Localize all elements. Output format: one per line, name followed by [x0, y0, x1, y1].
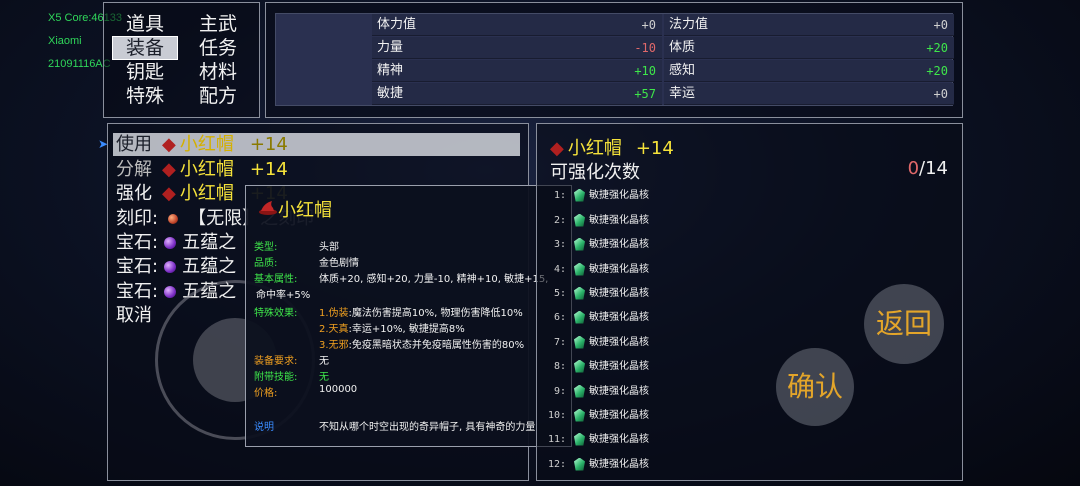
gem-icon [164, 286, 177, 298]
tooltip-effect-3: 3.无邪:免疫黑暗状态并免疫暗属性伤害的80% [319, 340, 525, 351]
enhance-slot: 9: 敏捷强化晶核 [553, 384, 649, 398]
enhance-slot: 1: 敏捷强化晶核 [553, 188, 649, 202]
debug-model: 21091116AC [48, 58, 111, 70]
cursor-arrow-icon: ➤ [98, 137, 109, 151]
enhance-count-label: 可强化次数 [550, 162, 640, 183]
tooltip-quality-value: 金色剧情 [319, 258, 359, 269]
tooltip-price-value: 100000 [319, 384, 358, 395]
stat-grid: 体力值 +0 法力值 +0 力量 -10 体质 +20 精神 +10 感知 +20 敏捷 +5… [275, 13, 954, 106]
menu-item-keys[interactable]: 钥匙 [113, 61, 177, 83]
item-tooltip: 小红帽 类型: 头部 品质: 金色剧情 基本属性: 体质+20, 感知+20, … [245, 185, 572, 447]
debug-brand: Xiaomi [48, 35, 82, 47]
crystal-icon [574, 457, 585, 471]
tooltip-effect-1: 1.伪装:魔法伤害提高10%, 物理伤害降低10% [319, 308, 523, 319]
tooltip-price-key: 价格: [254, 388, 278, 399]
crystal-icon [574, 237, 585, 251]
tooltip-base-value: 体质+20, 感知+20, 力量-10, 精神+10, 敏捷+15, [319, 274, 549, 285]
stat-hp: 体力值 +0 [372, 14, 662, 36]
gem-icon [164, 261, 177, 273]
enhance-slot: 4: 敏捷强化晶核 [553, 262, 649, 276]
tooltip-type-key: 类型: [254, 242, 278, 253]
crystal-icon [574, 359, 585, 373]
action-cancel[interactable]: 取消 [116, 304, 152, 328]
confirm-button[interactable]: 确认 [776, 348, 854, 426]
crystal-icon [574, 384, 585, 398]
stat-perception: 感知 +20 [664, 60, 954, 82]
tooltip-base-value-2: 命中率+5% [256, 290, 311, 301]
tooltip-desc-key: 说明 [254, 422, 274, 433]
action-decompose[interactable]: 分解 ◆ 小红帽 +14 [116, 158, 288, 182]
menu-item-recipes[interactable]: 配方 [186, 85, 250, 107]
crystal-icon [574, 335, 585, 349]
engrave-orb-icon [168, 214, 179, 224]
enhance-slot: 5: 敏捷强化晶核 [553, 286, 649, 300]
stat-strength: 力量 -10 [372, 37, 662, 59]
stat-mp: 法力值 +0 [664, 14, 954, 36]
menu-item-special[interactable]: 特殊 [113, 85, 177, 107]
crystal-icon [574, 213, 585, 227]
tooltip-skill-value: 无 [319, 372, 329, 383]
gem-icon [164, 237, 177, 249]
enhance-slot: 2: 敏捷强化晶核 [553, 213, 649, 227]
back-button[interactable]: 返回 [864, 284, 944, 364]
stat-luck: 幸运 +0 [664, 83, 954, 105]
crystal-icon [574, 286, 585, 300]
enhance-slot: 10: 敏捷强化晶核 [548, 408, 649, 422]
red-hat-icon [259, 201, 277, 215]
crystal-icon [574, 310, 585, 324]
tooltip-desc-value: 不知从哪个时空出现的奇异帽子, 具有神奇的力量 [319, 422, 536, 433]
menu-item-main-weapon[interactable]: 主武 [186, 13, 250, 35]
menu-item-quests[interactable]: 任务 [186, 37, 250, 59]
enhance-item-title: ◆ 小红帽 +14 [550, 138, 674, 159]
tooltip-req-value: 无 [319, 356, 329, 367]
action-use[interactable]: 使用 ◆ 小红帽 +14 [116, 133, 288, 157]
stat-agility: 敏捷 +57 [372, 83, 662, 105]
tooltip-base-key: 基本属性: [254, 274, 298, 285]
action-gem-1[interactable]: 宝石: 五蕴之 [116, 231, 236, 255]
enhance-slot: 11: 敏捷强化晶核 [548, 432, 649, 446]
crystal-icon [574, 262, 585, 276]
enhance-slot: 8: 敏捷强化晶核 [553, 359, 649, 373]
enhance-slot: 6: 敏捷强化晶核 [553, 310, 649, 324]
stat-constitution: 体质 +20 [664, 37, 954, 59]
tooltip-type-value: 头部 [319, 242, 339, 253]
crystal-icon [574, 188, 585, 202]
enhance-slot: 3: 敏捷强化晶核 [553, 237, 649, 251]
enhance-slot: 12: 敏捷强化晶核 [548, 457, 649, 471]
tooltip-req-key: 装备要求: [254, 356, 298, 367]
crystal-icon [574, 432, 585, 446]
tooltip-title: 小红帽 [278, 200, 332, 221]
crystal-icon [574, 408, 585, 422]
menu-item-materials[interactable]: 材料 [186, 61, 250, 83]
menu-item-equipment[interactable]: 装备 [112, 36, 178, 60]
enhance-slot: 7: 敏捷强化晶核 [553, 335, 649, 349]
tooltip-special-key: 特殊效果: [254, 308, 298, 319]
tooltip-quality-key: 品质: [254, 258, 278, 269]
tooltip-skill-key: 附带技能: [254, 372, 298, 383]
menu-item-props[interactable]: 道具 [113, 13, 177, 35]
enhance-count-value: 0/14 [907, 158, 948, 179]
category-menu: 道具 主武 装备 任务 钥匙 材料 特殊 配方 [103, 2, 260, 118]
stat-spirit: 精神 +10 [372, 60, 662, 82]
tooltip-effect-2: 2.天真:幸运+10%, 敏捷提高8% [319, 324, 465, 335]
action-gem-2[interactable]: 宝石: 五蕴之 [116, 255, 236, 279]
